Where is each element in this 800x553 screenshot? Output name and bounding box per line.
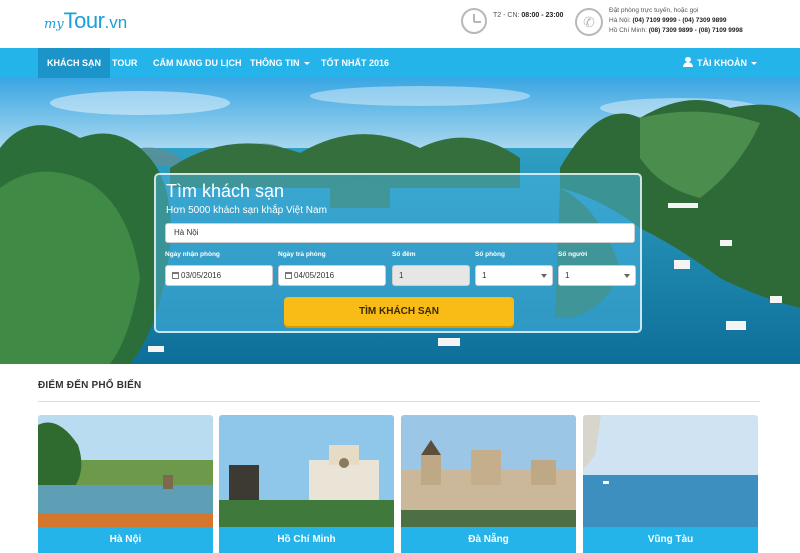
chevron-down-icon [624, 274, 630, 278]
search-hotels-button[interactable]: TÌM KHÁCH SẠN [284, 297, 514, 326]
nav-hotels[interactable]: KHÁCH SẠN [38, 48, 110, 78]
hanoi-lake-image [38, 415, 213, 527]
rooms-select[interactable]: 1 [475, 265, 553, 286]
nav-best-2016[interactable]: TỐT NHẤT 2016 [312, 48, 398, 78]
calendar-icon [172, 272, 179, 279]
chevron-down-icon [303, 62, 310, 66]
guests-label: Số người [558, 251, 588, 258]
checkin-date-field[interactable]: 03/05/2016 [165, 265, 273, 286]
destination-card-vungtau[interactable]: Vũng Tàu [583, 415, 758, 553]
checkin-label: Ngày nhận phòng [165, 251, 220, 258]
hours-value: 08:00 - 23:00 [521, 11, 564, 19]
nav-info[interactable]: THÔNG TIN [241, 48, 319, 78]
destination-input[interactable]: Hà Nội [165, 223, 635, 243]
guests-select[interactable]: 1 [558, 265, 636, 286]
logo-tour: Tour [63, 8, 105, 33]
chevron-down-icon [751, 62, 757, 66]
hanoi-label: Hà Nội: [609, 17, 631, 24]
hotel-search-panel: Tìm khách sạn Hơn 5000 khách sạn khắp Vi… [154, 173, 642, 333]
destination-card-hcm[interactable]: Hồ Chí Minh [219, 415, 394, 553]
destination-card-danang[interactable]: Đà Nẵng [401, 415, 576, 553]
hanoi-phones: (04) 7109 9999 - (04) 7309 9899 [632, 17, 727, 24]
checkin-value: 03/05/2016 [181, 271, 222, 280]
guests-value: 1 [565, 271, 570, 280]
search-title: Tìm khách sạn [166, 181, 285, 201]
hcm-market-image [219, 415, 394, 527]
account-menu[interactable]: TÀI KHOẢN [674, 48, 766, 78]
opening-hours: T2 - CN: 08:00 - 23:00 [461, 8, 563, 34]
chevron-down-icon [541, 274, 547, 278]
rooms-label: Số phòng [475, 251, 505, 258]
checkout-value: 04/05/2016 [294, 271, 335, 280]
destination-card-hanoi[interactable]: Hà Nội [38, 415, 213, 553]
phone-icon: ✆ [575, 8, 603, 36]
destination-name: Hồ Chí Minh [219, 527, 394, 553]
checkout-date-field[interactable]: 04/05/2016 [278, 265, 386, 286]
vungtau-sea-image [583, 415, 758, 527]
section-divider [38, 401, 760, 402]
danang-castle-image [401, 415, 576, 527]
nights-field: 1 [392, 265, 470, 286]
contact-phones: ✆ Đặt phòng trực tuyến, hoặc gọi Hà Nội:… [575, 6, 743, 36]
site-logo[interactable]: my Tour .vn [44, 8, 127, 38]
hcm-label: Hồ Chí Minh: [609, 27, 647, 34]
destination-name: Hà Nội [38, 527, 213, 553]
top-header: my Tour .vn T2 - CN: 08:00 - 23:00 ✆ Đặt p… [0, 0, 800, 48]
calendar-icon [285, 272, 292, 279]
checkout-label: Ngày trả phòng [278, 251, 326, 258]
destination-name: Vũng Tàu [583, 527, 758, 553]
logo-vn: .vn [104, 13, 128, 32]
clock-icon [461, 8, 487, 34]
account-label: TÀI KHOẢN [697, 58, 747, 68]
phone-intro: Đặt phòng trực tuyến, hoặc gọi [609, 7, 699, 14]
popular-destinations-title: ĐIỂM ĐẾN PHỔ BIẾN [38, 380, 142, 391]
rooms-value: 1 [482, 271, 487, 280]
hours-text: T2 - CN: 08:00 - 23:00 [493, 12, 563, 19]
search-subtitle: Hơn 5000 khách sạn khắp Việt Nam [166, 205, 327, 216]
user-icon [683, 57, 693, 67]
hero-banner: Tìm khách sạn Hơn 5000 khách sạn khắp Vi… [0, 78, 800, 364]
destination-name: Đà Nẵng [401, 527, 576, 553]
hours-label: T2 - CN: [493, 11, 520, 19]
nav-tour[interactable]: TOUR [103, 48, 146, 78]
nav-info-label: THÔNG TIN [250, 58, 300, 68]
logo-my: my [44, 17, 64, 32]
main-navbar: KHÁCH SẠN TOUR CẨM NANG DU LỊCH THÔNG TI… [0, 48, 800, 78]
hcm-phones: (08) 7309 9899 - (08) 7109 9998 [648, 27, 743, 34]
nav-travel-guide[interactable]: CẨM NANG DU LỊCH [144, 48, 251, 78]
nights-label: Số đêm [392, 251, 416, 258]
